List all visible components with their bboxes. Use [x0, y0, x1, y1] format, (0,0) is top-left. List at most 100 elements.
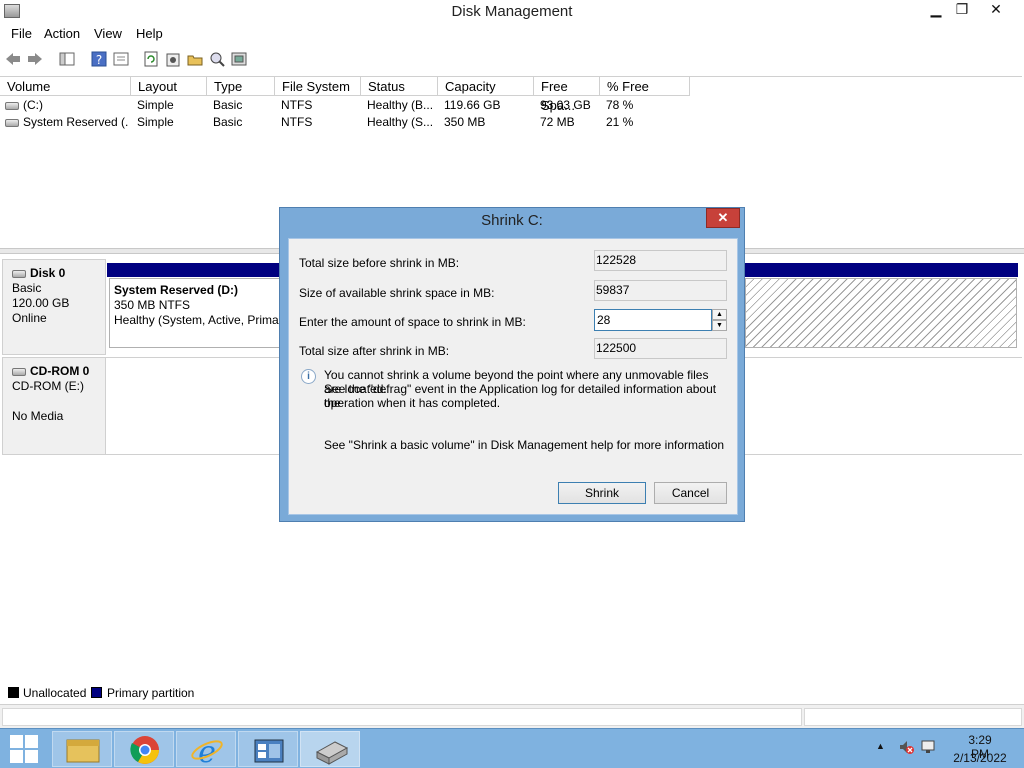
total-before-label: Total size before shrink in MB: — [299, 256, 460, 270]
volume-name: (C:) — [23, 98, 43, 112]
show-hidden-icons-button[interactable]: ▲ — [876, 741, 885, 751]
dialog-title: Shrink C: — [481, 212, 543, 229]
info-icon: i — [301, 369, 316, 384]
status-cell: Healthy (S... — [367, 115, 434, 129]
total-after-label: Total size after shrink in MB: — [299, 344, 450, 358]
disk-0-label[interactable]: Disk 0 Basic 120.00 GB Online — [2, 259, 106, 355]
capacity-cell: 350 MB — [444, 115, 486, 129]
free-space-cell: 72 MB — [540, 115, 575, 129]
menu-help[interactable]: Help — [136, 26, 163, 41]
column-header-layout[interactable]: Layout — [131, 77, 207, 96]
disk-0-name: Disk 0 — [30, 266, 66, 280]
layout-cell: Simple — [137, 98, 174, 112]
menu-action[interactable]: Action — [44, 26, 80, 41]
menu-bar: File Action View Help — [0, 24, 1024, 44]
partition-size: 350 MB NTFS — [114, 298, 191, 312]
column-header-capacity[interactable]: Capacity — [438, 77, 534, 96]
column-header-status[interactable]: Status — [361, 77, 438, 96]
column-header-percent-free[interactable]: % Free — [600, 77, 690, 96]
cdrom-0-drive: CD-ROM (E:) — [12, 379, 84, 393]
status-pane-main — [2, 708, 802, 726]
cdrom-icon — [12, 367, 26, 376]
shrink-amount-label: Enter the amount of space to shrink in M… — [299, 315, 526, 329]
legend: Unallocated Primary partition — [0, 684, 1024, 704]
console-tree-icon[interactable] — [58, 50, 76, 68]
disk-0-state: Online — [12, 311, 47, 325]
available-shrink-label: Size of available shrink space in MB: — [299, 286, 495, 300]
title-bar: Disk Management ▁ ❐ ✕ — [0, 0, 1024, 24]
total-after-value: 122500 — [594, 338, 727, 359]
search-icon[interactable] — [208, 50, 226, 68]
clock-date[interactable]: 2/13/2022 — [953, 751, 1007, 765]
chrome-icon — [130, 736, 159, 764]
free-space-cell: 93.03 GB — [540, 98, 591, 112]
available-shrink-value: 59837 — [594, 280, 727, 301]
cdrom-0-media: No Media — [12, 409, 64, 423]
table-row[interactable]: (C:) Simple Basic NTFS Healthy (B... 119… — [0, 97, 700, 114]
settings-icon[interactable] — [164, 50, 182, 68]
svg-text:?: ? — [96, 53, 102, 67]
stepper-up-icon[interactable]: ▲ — [712, 309, 727, 320]
volume-muted-icon[interactable] — [898, 739, 914, 758]
table-row[interactable]: System Reserved (... Simple Basic NTFS H… — [0, 114, 700, 131]
cancel-button[interactable]: Cancel — [654, 482, 727, 504]
c-partition-selected[interactable] — [745, 278, 1017, 348]
partition-status: Healthy (System, Active, Primar — [114, 313, 281, 327]
status-bar — [0, 704, 1024, 728]
column-header-file-system[interactable]: File System — [275, 77, 361, 96]
percent-free-cell: 21 % — [606, 115, 634, 129]
back-icon[interactable] — [4, 50, 22, 68]
dialog-body: Total size before shrink in MB: 122528 S… — [288, 238, 738, 515]
disk-settings-icon[interactable] — [230, 50, 248, 68]
taskbar: e ▲ 3:29 PM 2/13/2022 — [0, 728, 1024, 768]
drive-icon — [5, 101, 19, 110]
legend-unallocated-swatch — [8, 687, 19, 698]
forward-icon[interactable] — [26, 50, 44, 68]
refresh-icon[interactable] — [142, 50, 160, 68]
shrink-dialog: Shrink C: ✕ Total size before shrink in … — [279, 207, 745, 522]
dialog-close-button[interactable]: ✕ — [706, 208, 740, 228]
type-cell: Basic — [213, 98, 243, 112]
shrink-amount-input[interactable]: 28 — [594, 309, 712, 331]
column-header-free-space[interactable]: Free Spa... — [534, 77, 600, 113]
capacity-cell: 119.66 GB — [444, 98, 501, 112]
toolbar: ? — [0, 46, 1024, 72]
network-icon[interactable] — [920, 739, 938, 758]
help-link-text[interactable]: See "Shrink a basic volume" in Disk Mana… — [324, 438, 729, 452]
cdrom-0-label[interactable]: CD-ROM 0 CD-ROM (E:) No Media — [2, 357, 106, 455]
taskbar-server-manager[interactable] — [238, 731, 298, 767]
shrink-button[interactable]: Shrink — [558, 482, 646, 504]
help-icon[interactable]: ? — [90, 50, 108, 68]
taskbar-chrome[interactable] — [114, 731, 174, 767]
internet-explorer-icon: e — [191, 735, 223, 768]
cdrom-0-name: CD-ROM 0 — [30, 364, 90, 378]
svg-text:e: e — [198, 735, 216, 768]
shrink-amount-stepper[interactable]: ▲ ▼ — [712, 309, 727, 331]
taskbar-internet-explorer[interactable]: e — [176, 731, 236, 768]
layout-cell: Simple — [137, 115, 174, 129]
column-header-type[interactable]: Type — [207, 77, 275, 96]
system-reserved-partition[interactable]: System Reserved (D:) 350 MB NTFS Healthy… — [109, 278, 281, 348]
legend-unallocated-label: Unallocated — [23, 686, 87, 700]
volume-name: System Reserved (... — [23, 115, 129, 129]
legend-primary-swatch — [91, 687, 102, 698]
server-manager-icon — [254, 739, 284, 763]
legend-primary-label: Primary partition — [107, 686, 195, 700]
close-button[interactable]: ✕ — [970, 0, 1022, 20]
taskbar-file-explorer[interactable] — [52, 731, 112, 767]
open-icon[interactable] — [186, 50, 204, 68]
file-explorer-icon — [66, 739, 100, 763]
disk-management-icon — [315, 741, 349, 765]
start-button[interactable] — [10, 735, 38, 763]
disk-icon — [12, 269, 26, 278]
partition-name: System Reserved (D:) — [114, 283, 239, 297]
drive-icon — [5, 118, 19, 127]
menu-file[interactable]: File — [11, 26, 32, 41]
disk-0-type: Basic — [12, 281, 42, 295]
menu-view[interactable]: View — [94, 26, 122, 41]
taskbar-disk-management[interactable] — [300, 731, 360, 767]
properties-icon[interactable] — [112, 50, 130, 68]
info-line-3: operation when it has completed. — [324, 396, 501, 410]
column-header-volume[interactable]: Volume — [0, 77, 131, 96]
stepper-down-icon[interactable]: ▼ — [712, 320, 727, 331]
